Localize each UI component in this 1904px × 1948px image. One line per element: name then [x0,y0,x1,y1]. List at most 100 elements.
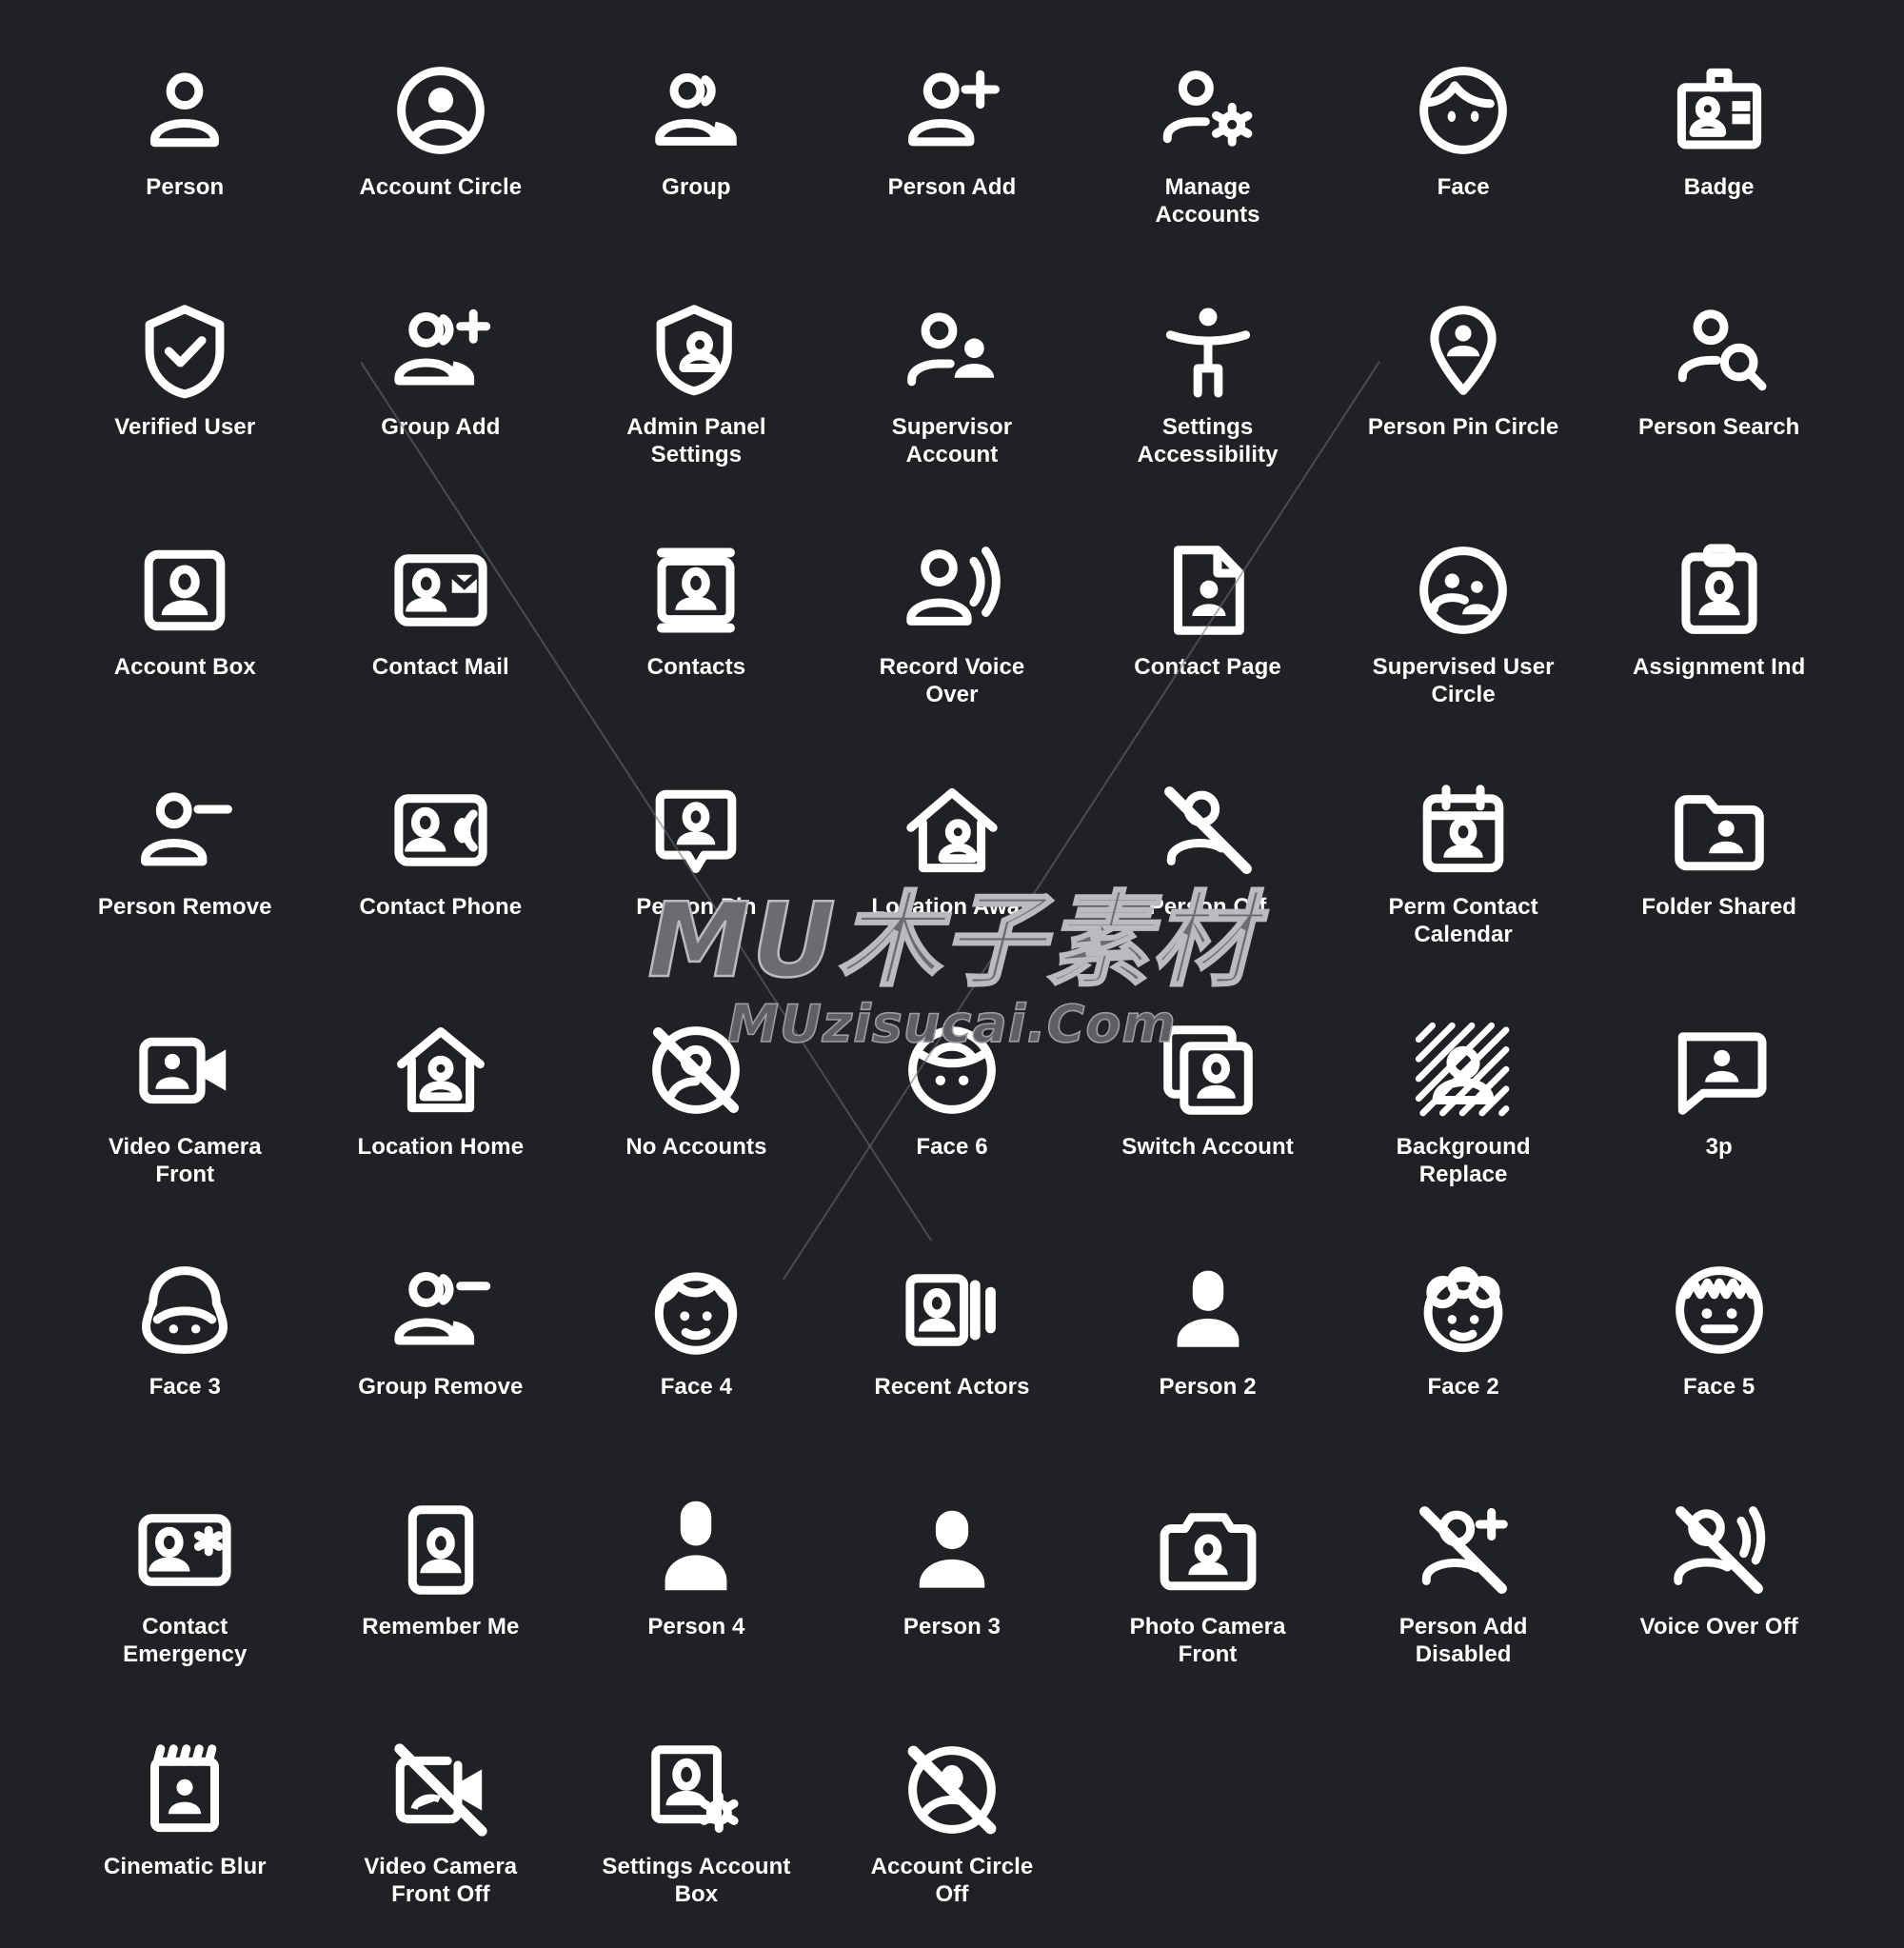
icon-cell-video-camera-front-off[interactable]: Video Camera Front Off [313,1708,569,1948]
perm-contact-calendar-icon[interactable] [1406,773,1520,887]
icon-cell-person-remove[interactable]: Person Remove [57,748,313,988]
person-pin-icon[interactable] [639,773,753,887]
icon-cell-person-pin-circle[interactable]: Person Pin Circle [1336,268,1592,508]
contact-page-icon[interactable] [1151,533,1265,647]
icon-cell-face-4[interactable]: Face 4 [568,1228,824,1468]
icon-cell-folder-shared[interactable]: Folder Shared [1591,748,1847,988]
contact-mail-icon[interactable] [384,533,498,647]
icon-cell-assignment-ind[interactable]: Assignment Ind [1591,508,1847,748]
icon-cell-remember-me[interactable]: Remember Me [313,1468,569,1708]
icon-cell-perm-contact-calendar[interactable]: Perm Contact Calendar [1336,748,1592,988]
account-circle-icon[interactable] [384,53,498,168]
location-away-icon[interactable] [895,773,1009,887]
face-6-icon[interactable] [895,1013,1009,1127]
icon-cell-background-replace[interactable]: Background Replace [1336,988,1592,1228]
person-4-icon[interactable] [639,1493,753,1607]
recent-actors-icon[interactable] [895,1253,1009,1367]
person-search-icon[interactable] [1662,293,1776,407]
voice-over-off-icon[interactable] [1662,1493,1776,1607]
video-camera-front-off-icon[interactable] [384,1733,498,1847]
icon-cell-photo-camera-front[interactable]: Photo Camera Front [1080,1468,1336,1708]
icon-cell-verified-user[interactable]: Verified User [57,268,313,508]
icon-cell-person-4[interactable]: Person 4 [568,1468,824,1708]
icon-cell-person-add[interactable]: Person Add [824,29,1081,268]
icon-cell-location-away[interactable]: Location Away [824,748,1081,988]
icon-cell-settings-account-box[interactable]: Settings Account Box [568,1708,824,1948]
switch-account-icon[interactable] [1151,1013,1265,1127]
manage-accounts-icon[interactable] [1151,53,1265,168]
icon-cell-account-circle[interactable]: Account Circle [313,29,569,268]
person-2-icon[interactable] [1151,1253,1265,1367]
account-box-icon[interactable] [128,533,242,647]
settings-account-box-icon[interactable] [639,1733,753,1847]
record-voice-over-icon[interactable] [895,533,1009,647]
remember-me-icon[interactable] [384,1493,498,1607]
icon-cell-contact-phone[interactable]: Contact Phone [313,748,569,988]
icon-cell-location-home[interactable]: Location Home [313,988,569,1228]
icon-cell-admin-panel-settings[interactable]: Admin Panel Settings [568,268,824,508]
icon-cell-supervised-user-circle[interactable]: Supervised User Circle [1336,508,1592,748]
group-icon[interactable] [639,53,753,168]
supervisor-account-icon[interactable] [895,293,1009,407]
person-icon[interactable] [128,53,242,168]
video-camera-front-icon[interactable] [128,1013,242,1127]
account-circle-off-icon[interactable] [895,1733,1009,1847]
icon-cell-group[interactable]: Group [568,29,824,268]
icon-cell-face-3[interactable]: Face 3 [57,1228,313,1468]
icon-cell-supervisor-account[interactable]: Supervisor Account [824,268,1081,508]
face-3-icon[interactable] [128,1253,242,1367]
no-accounts-icon[interactable] [639,1013,753,1127]
icon-cell-contacts[interactable]: Contacts [568,508,824,748]
assignment-ind-icon[interactable] [1662,533,1776,647]
face-icon[interactable] [1406,53,1520,168]
person-add-icon[interactable] [895,53,1009,168]
icon-cell-recent-actors[interactable]: Recent Actors [824,1228,1081,1468]
icon-cell-person-search[interactable]: Person Search [1591,268,1847,508]
supervised-user-circle-icon[interactable] [1406,533,1520,647]
background-replace-icon[interactable] [1406,1013,1520,1127]
3p-icon[interactable] [1662,1013,1776,1127]
icon-cell-face-6[interactable]: Face 6 [824,988,1081,1228]
person-remove-icon[interactable] [128,773,242,887]
icon-cell-face-2[interactable]: Face 2 [1336,1228,1592,1468]
icon-cell-face-5[interactable]: Face 5 [1591,1228,1847,1468]
icon-cell-settings-accessibility[interactable]: Settings Accessibility [1080,268,1336,508]
contacts-icon[interactable] [639,533,753,647]
icon-cell-contact-emergency[interactable]: Contact Emergency [57,1468,313,1708]
face-5-icon[interactable] [1662,1253,1776,1367]
icon-cell-person-3[interactable]: Person 3 [824,1468,1081,1708]
icon-cell-no-accounts[interactable]: No Accounts [568,988,824,1228]
icon-cell-person-add-disabled[interactable]: Person Add Disabled [1336,1468,1592,1708]
icon-cell-person[interactable]: Person [57,29,313,268]
badge-icon[interactable] [1662,53,1776,168]
icon-cell-contact-mail[interactable]: Contact Mail [313,508,569,748]
icon-cell-3p[interactable]: 3p [1591,988,1847,1228]
face-4-icon[interactable] [639,1253,753,1367]
admin-panel-settings-icon[interactable] [639,293,753,407]
person-add-disabled-icon[interactable] [1406,1493,1520,1607]
icon-cell-group-add[interactable]: Group Add [313,268,569,508]
icon-cell-person-off[interactable]: Person Off [1080,748,1336,988]
icon-cell-switch-account[interactable]: Switch Account [1080,988,1336,1228]
icon-cell-account-box[interactable]: Account Box [57,508,313,748]
icon-cell-badge[interactable]: Badge [1591,29,1847,268]
icon-cell-manage-accounts[interactable]: Manage Accounts [1080,29,1336,268]
settings-accessibility-icon[interactable] [1151,293,1265,407]
face-2-icon[interactable] [1406,1253,1520,1367]
photo-camera-front-icon[interactable] [1151,1493,1265,1607]
cinematic-blur-icon[interactable] [128,1733,242,1847]
icon-cell-cinematic-blur[interactable]: Cinematic Blur [57,1708,313,1948]
contact-emergency-icon[interactable] [128,1493,242,1607]
folder-shared-icon[interactable] [1662,773,1776,887]
person-3-icon[interactable] [895,1493,1009,1607]
icon-cell-person-pin[interactable]: Person Pin [568,748,824,988]
icon-cell-video-camera-front[interactable]: Video Camera Front [57,988,313,1228]
group-add-icon[interactable] [384,293,498,407]
verified-user-icon[interactable] [128,293,242,407]
icon-cell-voice-over-off[interactable]: Voice Over Off [1591,1468,1847,1708]
icon-cell-contact-page[interactable]: Contact Page [1080,508,1336,748]
icon-cell-face[interactable]: Face [1336,29,1592,268]
icon-cell-person-2[interactable]: Person 2 [1080,1228,1336,1468]
contact-phone-icon[interactable] [384,773,498,887]
group-remove-icon[interactable] [384,1253,498,1367]
